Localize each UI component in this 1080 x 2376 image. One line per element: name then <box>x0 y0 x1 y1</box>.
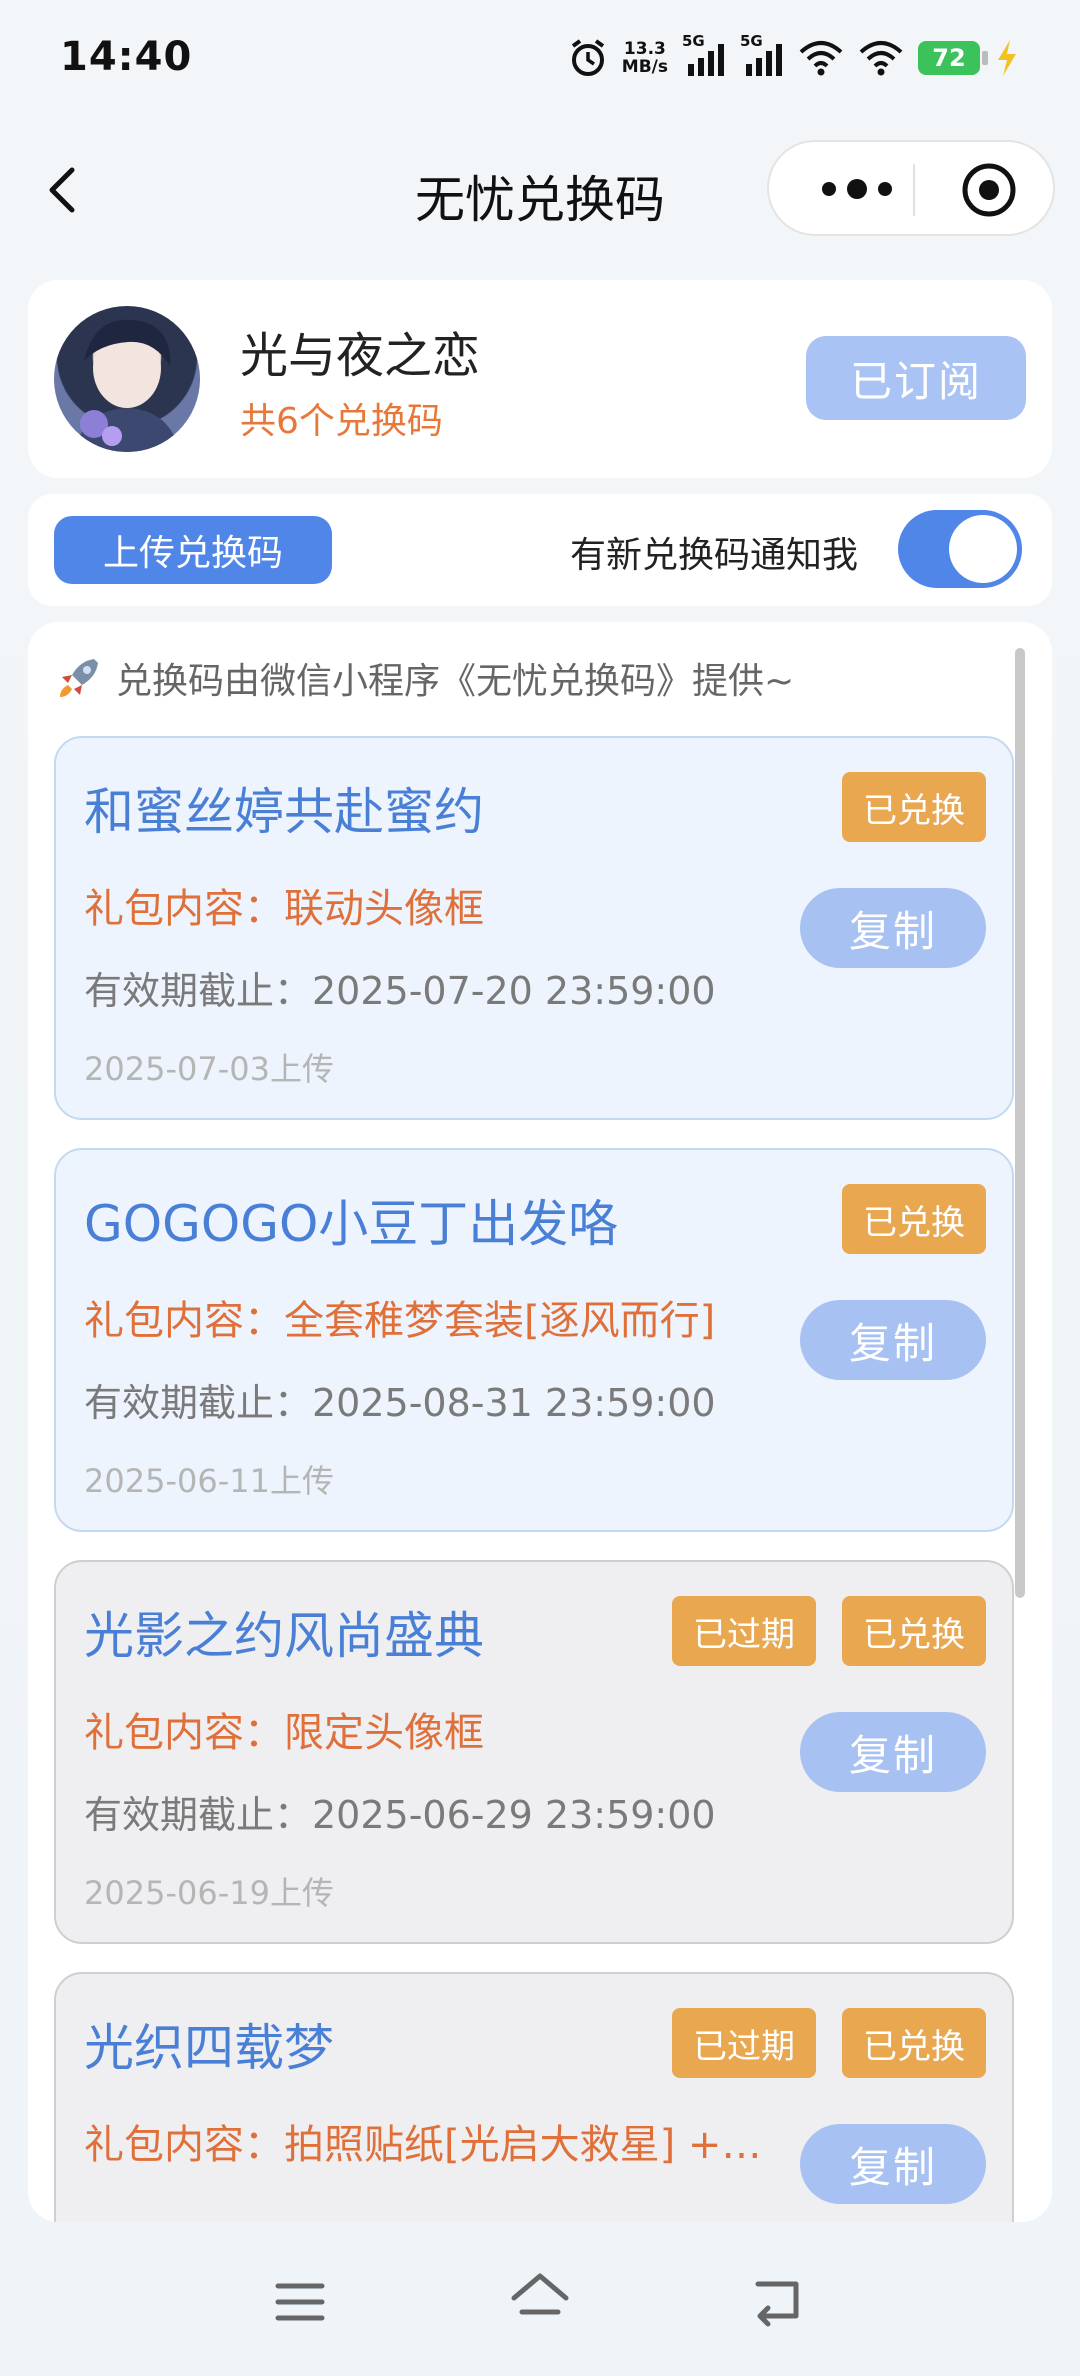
code-title: 光织四载梦 <box>84 2019 334 2077</box>
game-avatar <box>54 306 200 452</box>
code-gift: 礼包内容：拍照贴纸[光启大救星] +… <box>84 2122 762 2168</box>
code-item: GOGOGO小豆丁出发咯 已兑换 礼包内容：全套稚梦套装[逐风而行] 复制 有效… <box>54 1148 1014 1532</box>
system-nav-bar <box>0 2240 1080 2376</box>
battery-indicator: 72 <box>918 41 988 75</box>
toggle-knob <box>949 515 1017 583</box>
net-speed: 13.3 MB/s <box>622 40 668 76</box>
provider-note: 兑换码由微信小程序《无忧兑换码》提供~ <box>54 652 794 704</box>
status-time: 14:40 <box>60 34 193 80</box>
more-icon[interactable] <box>809 164 919 214</box>
miniprogram-capsule <box>767 140 1055 236</box>
expired-tag: 已过期 <box>672 1596 816 1666</box>
code-upload-date: 2025-06-11上传 <box>84 1462 334 1500</box>
code-upload-date: 2025-06-19上传 <box>84 1874 334 1912</box>
charging-icon <box>998 40 1016 76</box>
code-title: 和蜜丝婷共赴蜜约 <box>84 783 484 841</box>
subscribed-button[interactable]: 已订阅 <box>806 336 1026 420</box>
code-item: 和蜜丝婷共赴蜜约 已兑换 礼包内容：联动头像框 复制 有效期截止：2025-07… <box>54 736 1014 1120</box>
codes-list-card: 兑换码由微信小程序《无忧兑换码》提供~ 和蜜丝婷共赴蜜约 已兑换 礼包内容：联动… <box>28 622 1052 2222</box>
upload-code-button[interactable]: 上传兑换码 <box>54 516 332 584</box>
code-gift: 礼包内容：全套稚梦套装[逐风而行] <box>84 1298 716 1344</box>
code-title: 光影之约风尚盛典 <box>84 1607 484 1665</box>
code-deadline: 有效期截止：2025-07-20 23:59:00 <box>84 969 716 1013</box>
wifi-2-icon <box>859 41 903 76</box>
game-name: 光与夜之恋 <box>240 328 481 384</box>
expired-tag: 已过期 <box>672 2008 816 2078</box>
scrollbar[interactable] <box>1015 648 1025 1598</box>
game-profile-card: 光与夜之恋 共6个兑换码 已订阅 <box>28 280 1052 478</box>
copy-button[interactable]: 复制 <box>800 1712 986 1792</box>
copy-button[interactable]: 复制 <box>800 2124 986 2204</box>
redeemed-tag: 已兑换 <box>842 1184 986 1254</box>
wifi-icon <box>799 41 843 76</box>
code-count: 共6个兑换码 <box>240 401 443 442</box>
redeemed-tag: 已兑换 <box>842 1596 986 1666</box>
menu-icon[interactable] <box>270 2272 330 2332</box>
nav-bar: 无忧兑换码 <box>0 130 1080 250</box>
copy-button[interactable]: 复制 <box>800 1300 986 1380</box>
redeemed-tag: 已兑换 <box>842 2008 986 2078</box>
net-speed-unit: MB/s <box>621 57 668 77</box>
code-gift: 礼包内容：联动头像框 <box>84 886 484 932</box>
copy-button[interactable]: 复制 <box>800 888 986 968</box>
code-gift: 礼包内容：限定头像框 <box>84 1710 484 1756</box>
alarm-icon <box>571 39 604 76</box>
code-item: 光织四载梦 已过期 已兑换 礼包内容：拍照贴纸[光启大救星] +… 复制 <box>54 1972 1014 2222</box>
redeemed-tag: 已兑换 <box>842 772 986 842</box>
rocket-icon <box>60 659 98 697</box>
notify-toggle[interactable] <box>898 510 1022 588</box>
status-icons: 13.3 MB/s 5G 5G 72 <box>568 32 1020 80</box>
net-speed-value: 13.3 <box>623 39 666 59</box>
screen: 14:40 13.3 MB/s 5G 5G 72 无忧兑换码 光与夜之恋 共6个… <box>0 0 1080 2376</box>
code-title: GOGOGO小豆丁出发咯 <box>84 1195 619 1253</box>
signal-2-icon: 5G <box>740 32 784 78</box>
capsule-divider <box>913 164 915 216</box>
code-item: 光影之约风尚盛典 已过期 已兑换 礼包内容：限定头像框 复制 有效期截止：202… <box>54 1560 1014 1944</box>
back-nav-icon[interactable] <box>748 2270 812 2334</box>
signal-1-icon: 5G <box>682 32 726 78</box>
provider-note-text: 兑换码由微信小程序《无忧兑换码》提供~ <box>116 661 795 702</box>
close-miniprogram-icon[interactable] <box>959 160 1019 220</box>
code-deadline: 有效期截止：2025-08-31 23:59:00 <box>84 1381 716 1425</box>
code-upload-date: 2025-07-03上传 <box>84 1050 334 1088</box>
status-bar: 14:40 13.3 MB/s 5G 5G 72 <box>0 0 1080 120</box>
home-icon[interactable] <box>508 2268 572 2332</box>
code-deadline: 有效期截止：2025-06-29 23:59:00 <box>84 1793 716 1837</box>
actions-card: 上传兑换码 有新兑换码通知我 <box>28 494 1052 606</box>
notify-label: 有新兑换码通知我 <box>570 535 859 576</box>
